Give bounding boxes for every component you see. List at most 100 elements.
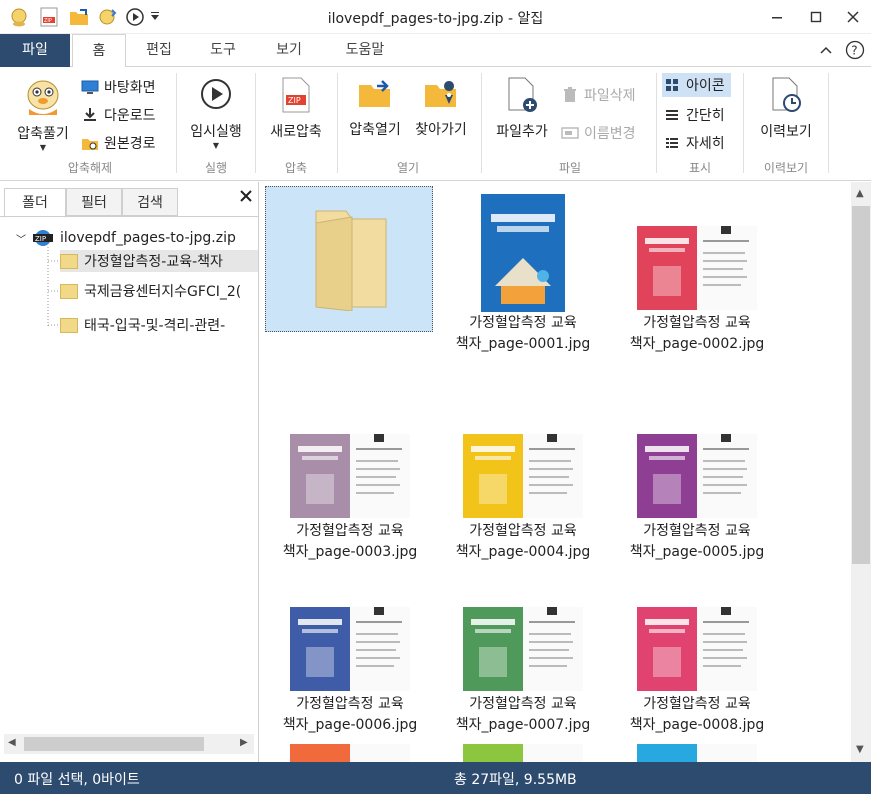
open-zip-label: 압축열기 bbox=[349, 122, 401, 138]
history-button[interactable]: 이력보기 bbox=[748, 77, 824, 141]
zip-archive-icon: ZIP bbox=[33, 230, 53, 246]
group-label-file: 파일 bbox=[558, 161, 582, 175]
vertical-scrollbar[interactable]: ▲ ▼ bbox=[851, 182, 871, 762]
tab-home[interactable]: 홈 bbox=[72, 34, 126, 68]
file-name-line1: 가정혈압측정 교육 bbox=[643, 696, 751, 712]
temp-run-button[interactable]: 임시실행 ▼ bbox=[182, 77, 250, 150]
file-name-line2: 책자_page-0006.jpg bbox=[282, 717, 418, 733]
ribbon: 압축풀기 ▼ 바탕화면 다운로드 원본경로 압축해제 임시실행 ▼ 실행 ZIP… bbox=[0, 67, 871, 181]
zip-file-icon: ZIP bbox=[282, 77, 310, 113]
tree-item[interactable]: 태국-입국-및-격리-관련- bbox=[60, 314, 225, 336]
maximize-button[interactable] bbox=[797, 0, 835, 34]
play-circle-icon bbox=[201, 79, 231, 109]
add-file-label: 파일추가 bbox=[496, 124, 548, 140]
extract-dropdown-icon[interactable]: ▼ bbox=[40, 143, 46, 152]
folder-panel: 폴더 필터 검색 ﹀ ZIP ilovepdf_pages-to-jpg.zip… bbox=[0, 182, 259, 762]
extract-download-label: 다운로드 bbox=[104, 108, 156, 124]
tab-edit[interactable]: 편집 bbox=[134, 34, 184, 67]
grid-icon bbox=[662, 76, 682, 94]
file-name-line2: 책자_page-0001.jpg bbox=[455, 336, 591, 352]
scroll-thumb[interactable] bbox=[24, 737, 204, 751]
group-label-extract: 압축해제 bbox=[67, 161, 113, 175]
scroll-right-icon[interactable]: ▶ bbox=[240, 737, 248, 748]
tab-filter[interactable]: 필터 bbox=[66, 188, 122, 216]
chevron-down-icon[interactable]: ﹀ bbox=[16, 231, 26, 246]
tab-file[interactable]: 파일 bbox=[0, 34, 70, 67]
help-icon[interactable]: ? bbox=[845, 40, 865, 60]
file-item[interactable]: 가정혈압측정 교육책자_page-0002.jpg bbox=[612, 186, 782, 356]
view-icon-button[interactable]: 아이콘 bbox=[662, 73, 731, 97]
svg-text:ZIP: ZIP bbox=[288, 96, 301, 105]
image-thumbnail bbox=[463, 434, 583, 518]
status-total: 총 27파일, 9.55MB bbox=[454, 772, 577, 788]
image-thumbnail-partial[interactable] bbox=[637, 744, 757, 762]
tree-item-label: 태국-입국-및-격리-관련- bbox=[84, 318, 226, 334]
scroll-thumb[interactable] bbox=[852, 206, 870, 564]
group-label-compress: 압축 bbox=[284, 161, 308, 175]
file-name-line2: 책자_page-0005.jpg bbox=[629, 544, 765, 560]
file-item[interactable]: 가정혈압측정 교육 책자_page-0006.jpg bbox=[265, 567, 435, 737]
tab-tools[interactable]: 도구 bbox=[198, 34, 248, 67]
file-name-line1: 가정혈압측정 교육 bbox=[643, 315, 751, 331]
tree-item[interactable]: 국제금융센터지수GFCI_2( bbox=[60, 280, 241, 302]
tree-root[interactable]: ﹀ ZIP ilovepdf_pages-to-jpg.zip bbox=[16, 227, 236, 249]
folder-large-icon bbox=[306, 201, 396, 315]
view-simple-button[interactable]: 간단히 bbox=[662, 103, 725, 127]
group-label-run: 실행 bbox=[204, 161, 228, 175]
scroll-up-icon[interactable]: ▲ bbox=[856, 188, 864, 199]
file-item[interactable]: 가정혈압측정 교육 책자_page-0008.jpg bbox=[612, 567, 782, 737]
tab-folder[interactable]: 폴더 bbox=[4, 188, 66, 218]
folder-icon bbox=[60, 317, 78, 333]
tree-root-label: ilovepdf_pages-to-jpg.zip bbox=[60, 230, 236, 246]
file-item[interactable]: 가정혈압측정 교육 책자_page-0004.jpg bbox=[438, 394, 608, 564]
add-file-icon bbox=[508, 77, 537, 112]
original-path-icon bbox=[80, 134, 100, 152]
image-thumbnail-partial[interactable] bbox=[463, 744, 583, 762]
file-item[interactable]: 가정혈압측정 교육책자_page-0005.jpg bbox=[612, 394, 782, 564]
file-item[interactable]: 가정혈압측정 교육 책자_page-0003.jpg bbox=[265, 394, 435, 564]
folder-icon bbox=[60, 283, 78, 299]
file-name-line1: 가정혈압측정 교육 bbox=[469, 523, 577, 539]
rename-button[interactable]: 이름변경 bbox=[560, 121, 636, 145]
file-item[interactable]: 가정혈압측정 교육 책자_page-0001.jpg bbox=[438, 186, 608, 356]
file-item[interactable]: 가정혈압측정 교육 책자_page-0007.jpg bbox=[438, 567, 608, 737]
history-label: 이력보기 bbox=[760, 124, 812, 140]
view-detail-button[interactable]: 자세히 bbox=[662, 131, 725, 155]
tab-view[interactable]: 보기 bbox=[264, 34, 314, 67]
delete-file-button[interactable]: 파일삭제 bbox=[560, 83, 636, 107]
find-location-button[interactable]: 찾아가기 bbox=[408, 77, 474, 139]
close-panel-icon[interactable] bbox=[240, 190, 256, 206]
collapse-ribbon-icon[interactable] bbox=[819, 43, 835, 59]
temp-run-label: 임시실행 bbox=[190, 124, 242, 140]
tab-help[interactable]: 도움말 bbox=[330, 34, 400, 67]
new-compress-button[interactable]: ZIP 새로압축 bbox=[260, 77, 332, 141]
add-file-button[interactable]: 파일추가 bbox=[486, 77, 558, 141]
close-icon bbox=[847, 11, 859, 23]
list-detail-icon bbox=[662, 134, 682, 152]
temp-run-dropdown-icon[interactable]: ▼ bbox=[213, 141, 219, 150]
scroll-left-icon[interactable]: ◀ bbox=[8, 737, 16, 748]
rename-label: 이름변경 bbox=[584, 126, 636, 142]
image-thumbnail-partial[interactable] bbox=[290, 744, 410, 762]
folder-item[interactable] bbox=[265, 186, 433, 332]
image-thumbnail bbox=[637, 434, 757, 518]
extract-original-path-button[interactable]: 원본경로 bbox=[80, 131, 156, 155]
extract-download-button[interactable]: 다운로드 bbox=[80, 103, 156, 127]
open-zip-folder-icon bbox=[359, 80, 390, 107]
tree-item[interactable]: 가정혈압측정-교육-책자 bbox=[60, 250, 258, 272]
group-label-view: 표시 bbox=[688, 161, 712, 175]
tree-item-label: 국제금융센터지수GFCI_2( bbox=[84, 284, 242, 300]
extract-desktop-button[interactable]: 바탕화면 bbox=[80, 75, 156, 99]
close-button[interactable] bbox=[834, 0, 871, 34]
trash-icon bbox=[560, 86, 580, 104]
file-name-line1: 가정혈압측정 교육 bbox=[643, 523, 751, 539]
file-name-line2: 책자_page-0003.jpg bbox=[282, 544, 418, 560]
file-name-line2: 책자_page-0002.jpg bbox=[629, 336, 765, 352]
ribbon-separator bbox=[337, 73, 338, 173]
horizontal-scrollbar[interactable]: ◀ ▶ bbox=[4, 734, 254, 754]
extract-button[interactable]: 압축풀기 ▼ bbox=[8, 75, 78, 152]
tab-search[interactable]: 검색 bbox=[122, 188, 178, 216]
open-zip-button[interactable]: 압축열기 bbox=[342, 77, 408, 139]
minimize-button[interactable] bbox=[758, 0, 796, 34]
scroll-down-icon[interactable]: ▼ bbox=[856, 744, 864, 755]
